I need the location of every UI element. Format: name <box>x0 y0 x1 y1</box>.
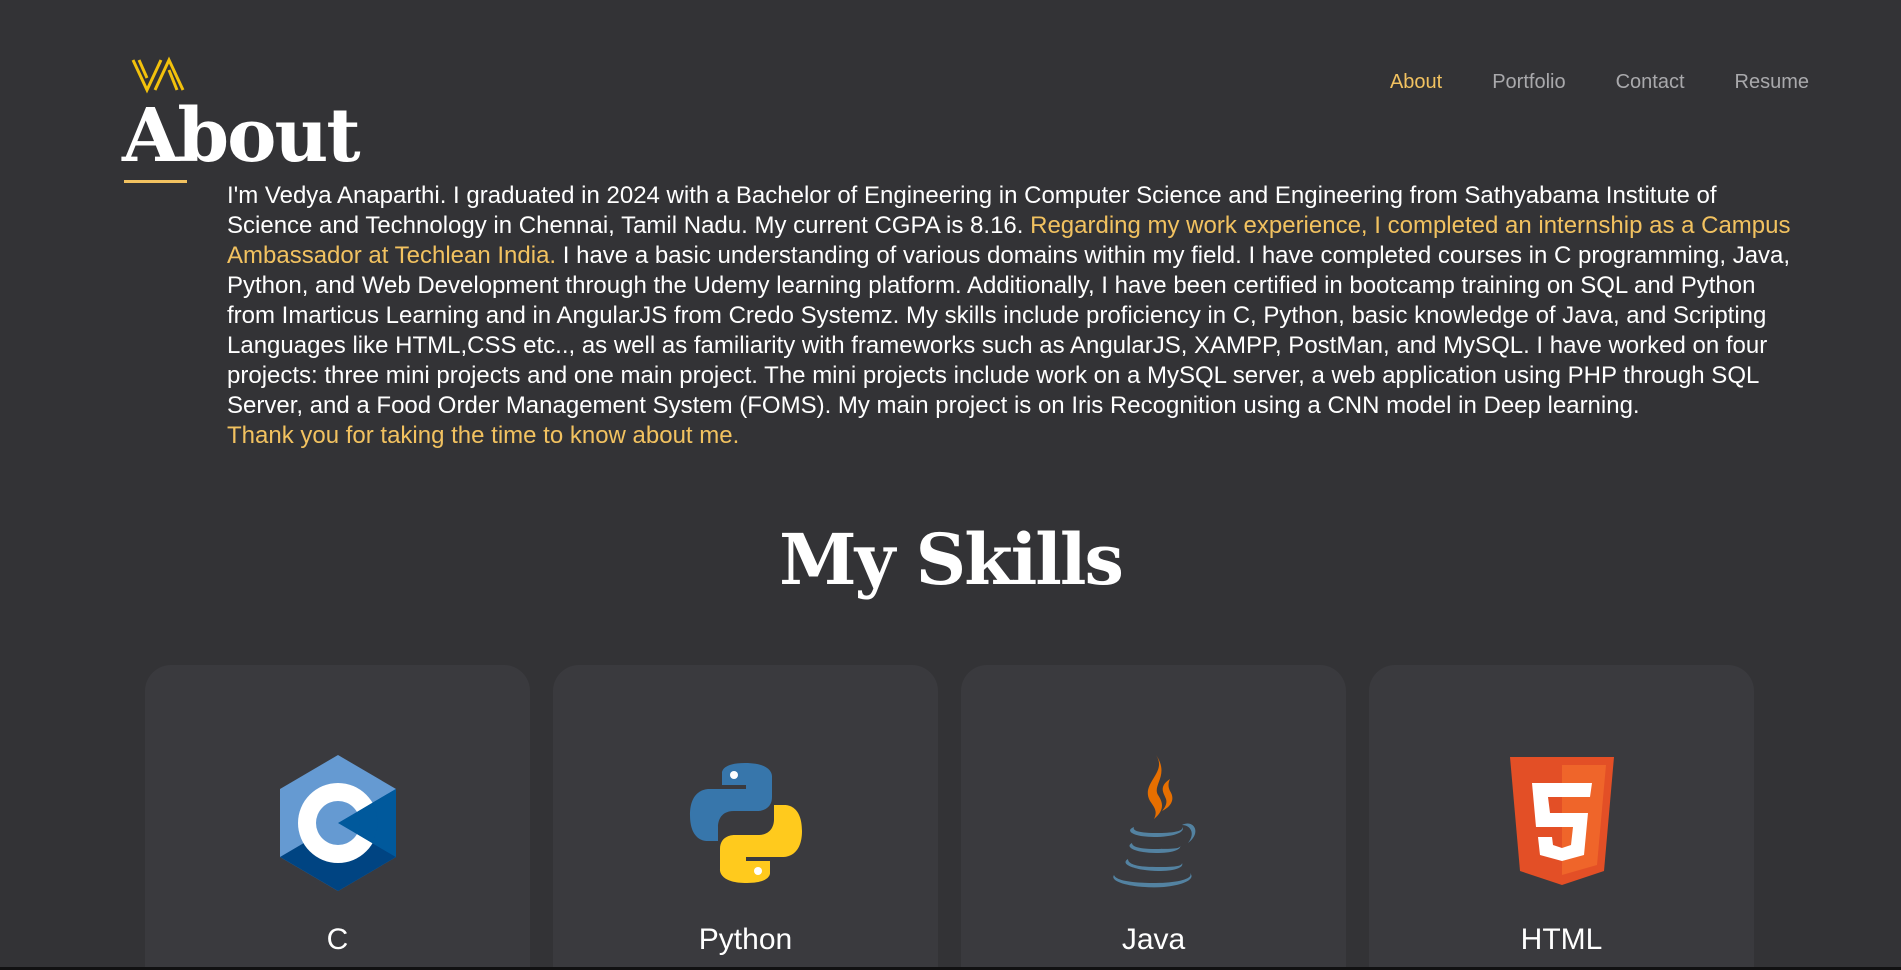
skill-card-html[interactable]: HTML <box>1369 665 1754 970</box>
nav-link-contact[interactable]: Contact <box>1616 70 1685 94</box>
logo-icon[interactable] <box>130 56 186 96</box>
skill-label-python: Python <box>698 923 793 956</box>
about-paragraph: I'm Vedya Anaparthi. I graduated in 2024… <box>227 181 1807 451</box>
main-nav: About Portfolio Contact Resume <box>1340 70 1809 94</box>
nav-link-about[interactable]: About <box>1390 70 1442 94</box>
skill-card-python[interactable]: Python <box>553 665 938 970</box>
skill-label-java: Java <box>1121 923 1186 956</box>
html5-icon <box>1509 757 1614 885</box>
skill-card-java[interactable]: Java <box>961 665 1346 970</box>
java-icon <box>1112 755 1195 888</box>
about-heading-underline <box>124 180 187 183</box>
nav-link-portfolio[interactable]: Portfolio <box>1492 70 1565 94</box>
nav-link-resume[interactable]: Resume <box>1735 70 1809 94</box>
about-thanks: Thank you for taking the time to know ab… <box>227 422 740 449</box>
c-language-icon <box>279 755 396 891</box>
about-heading: About <box>122 93 360 179</box>
skills-heading: My Skills <box>779 518 1124 601</box>
skill-card-c[interactable]: C <box>145 665 530 970</box>
skill-label-html: HTML <box>1520 923 1603 956</box>
skill-label-c: C <box>326 923 349 956</box>
python-icon <box>689 763 802 883</box>
